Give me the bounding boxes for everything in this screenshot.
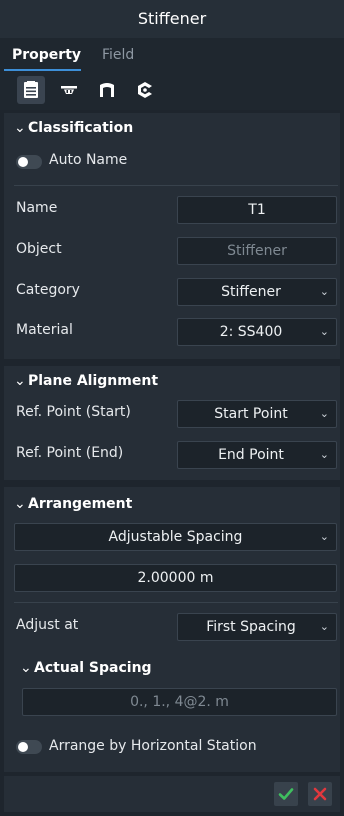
object-label: Object [16,241,62,257]
toggle-knob [18,742,28,752]
plane-alignment-section: ⌄ Plane Alignment Ref. Point (Start) Star… [4,366,340,480]
chevron-down-icon: ⌄ [319,530,329,543]
plane-alignment-header[interactable]: ⌄ Plane Alignment [14,373,158,389]
actual-spacing-header[interactable]: ⌄ Actual Spacing [20,660,152,676]
classification-header[interactable]: ⌄ Classification [14,120,133,136]
auto-name-toggle[interactable] [16,155,42,169]
auto-name-label: Auto Name [49,152,128,168]
dialog-footer [4,776,340,812]
chevron-down-icon: ⌄ [14,496,26,512]
chevron-down-icon: ⌄ [20,660,32,676]
material-select[interactable]: 2: SS400 ⌄ [177,318,337,346]
arrange-by-station-label: Arrange by Horizontal Station [49,738,257,754]
adjust-at-value: First Spacing [206,619,296,635]
name-field[interactable]: T1 [177,196,337,224]
tab-property[interactable]: Property [12,47,81,63]
ref-start-select[interactable]: Start Point ⌄ [177,400,337,428]
category-label: Category [16,282,80,298]
actual-spacing-field: 0., 1., 4@2. m [22,688,337,716]
ref-start-label: Ref. Point (Start) [16,404,131,420]
chevron-down-icon: ⌄ [14,373,26,389]
adjust-at-select[interactable]: First Spacing ⌄ [177,613,337,641]
name-label: Name [16,200,58,216]
cancel-button[interactable] [308,782,332,806]
toggle-knob [18,157,28,167]
arrangement-type-select[interactable]: Adjustable Spacing ⌄ [14,523,337,551]
window-title: Stiffener [0,0,344,38]
stiffener-profile-icon[interactable] [55,76,83,104]
ref-end-select[interactable]: End Point ⌄ [177,441,337,469]
arrangement-header[interactable]: ⌄ Arrangement [14,496,132,512]
category-value: Stiffener [221,284,281,300]
arrangement-type-value: Adjustable Spacing [108,529,243,545]
check-icon [278,788,294,800]
material-label: Material [16,322,73,338]
spacing-field[interactable]: 2.00000 m [14,564,337,592]
property-sheet-icon[interactable] [17,76,45,104]
chevron-down-icon: ⌄ [319,407,329,420]
adjust-at-label: Adjust at [16,617,79,633]
divider [14,185,338,186]
active-tab-indicator [4,69,81,71]
tab-bar: Property Field [0,38,344,72]
ref-end-label: Ref. Point (End) [16,445,124,461]
ref-start-value: Start Point [214,406,288,422]
classification-section: ⌄ Classification Auto Name Name T1 Object… [4,113,340,359]
chevron-down-icon: ⌄ [319,285,329,298]
close-icon [313,787,327,801]
ref-end-value: End Point [218,447,284,463]
arrangement-section: ⌄ Arrangement Adjustable Spacing ⌄ 2.0000… [4,487,340,772]
arch-icon[interactable] [93,76,121,104]
chevron-down-icon: ⌄ [14,120,26,136]
chevron-down-icon: ⌄ [319,325,329,338]
connection-icon[interactable] [131,76,159,104]
category-select[interactable]: Stiffener ⌄ [177,278,337,306]
icon-toolbar [0,72,344,110]
object-field: Stiffener [177,237,337,265]
ok-button[interactable] [274,782,298,806]
chevron-down-icon: ⌄ [319,620,329,633]
arrange-by-station-toggle[interactable] [16,740,42,754]
chevron-down-icon: ⌄ [319,448,329,461]
material-value: 2: SS400 [219,324,283,340]
divider [14,602,338,603]
tab-field[interactable]: Field [102,47,134,63]
